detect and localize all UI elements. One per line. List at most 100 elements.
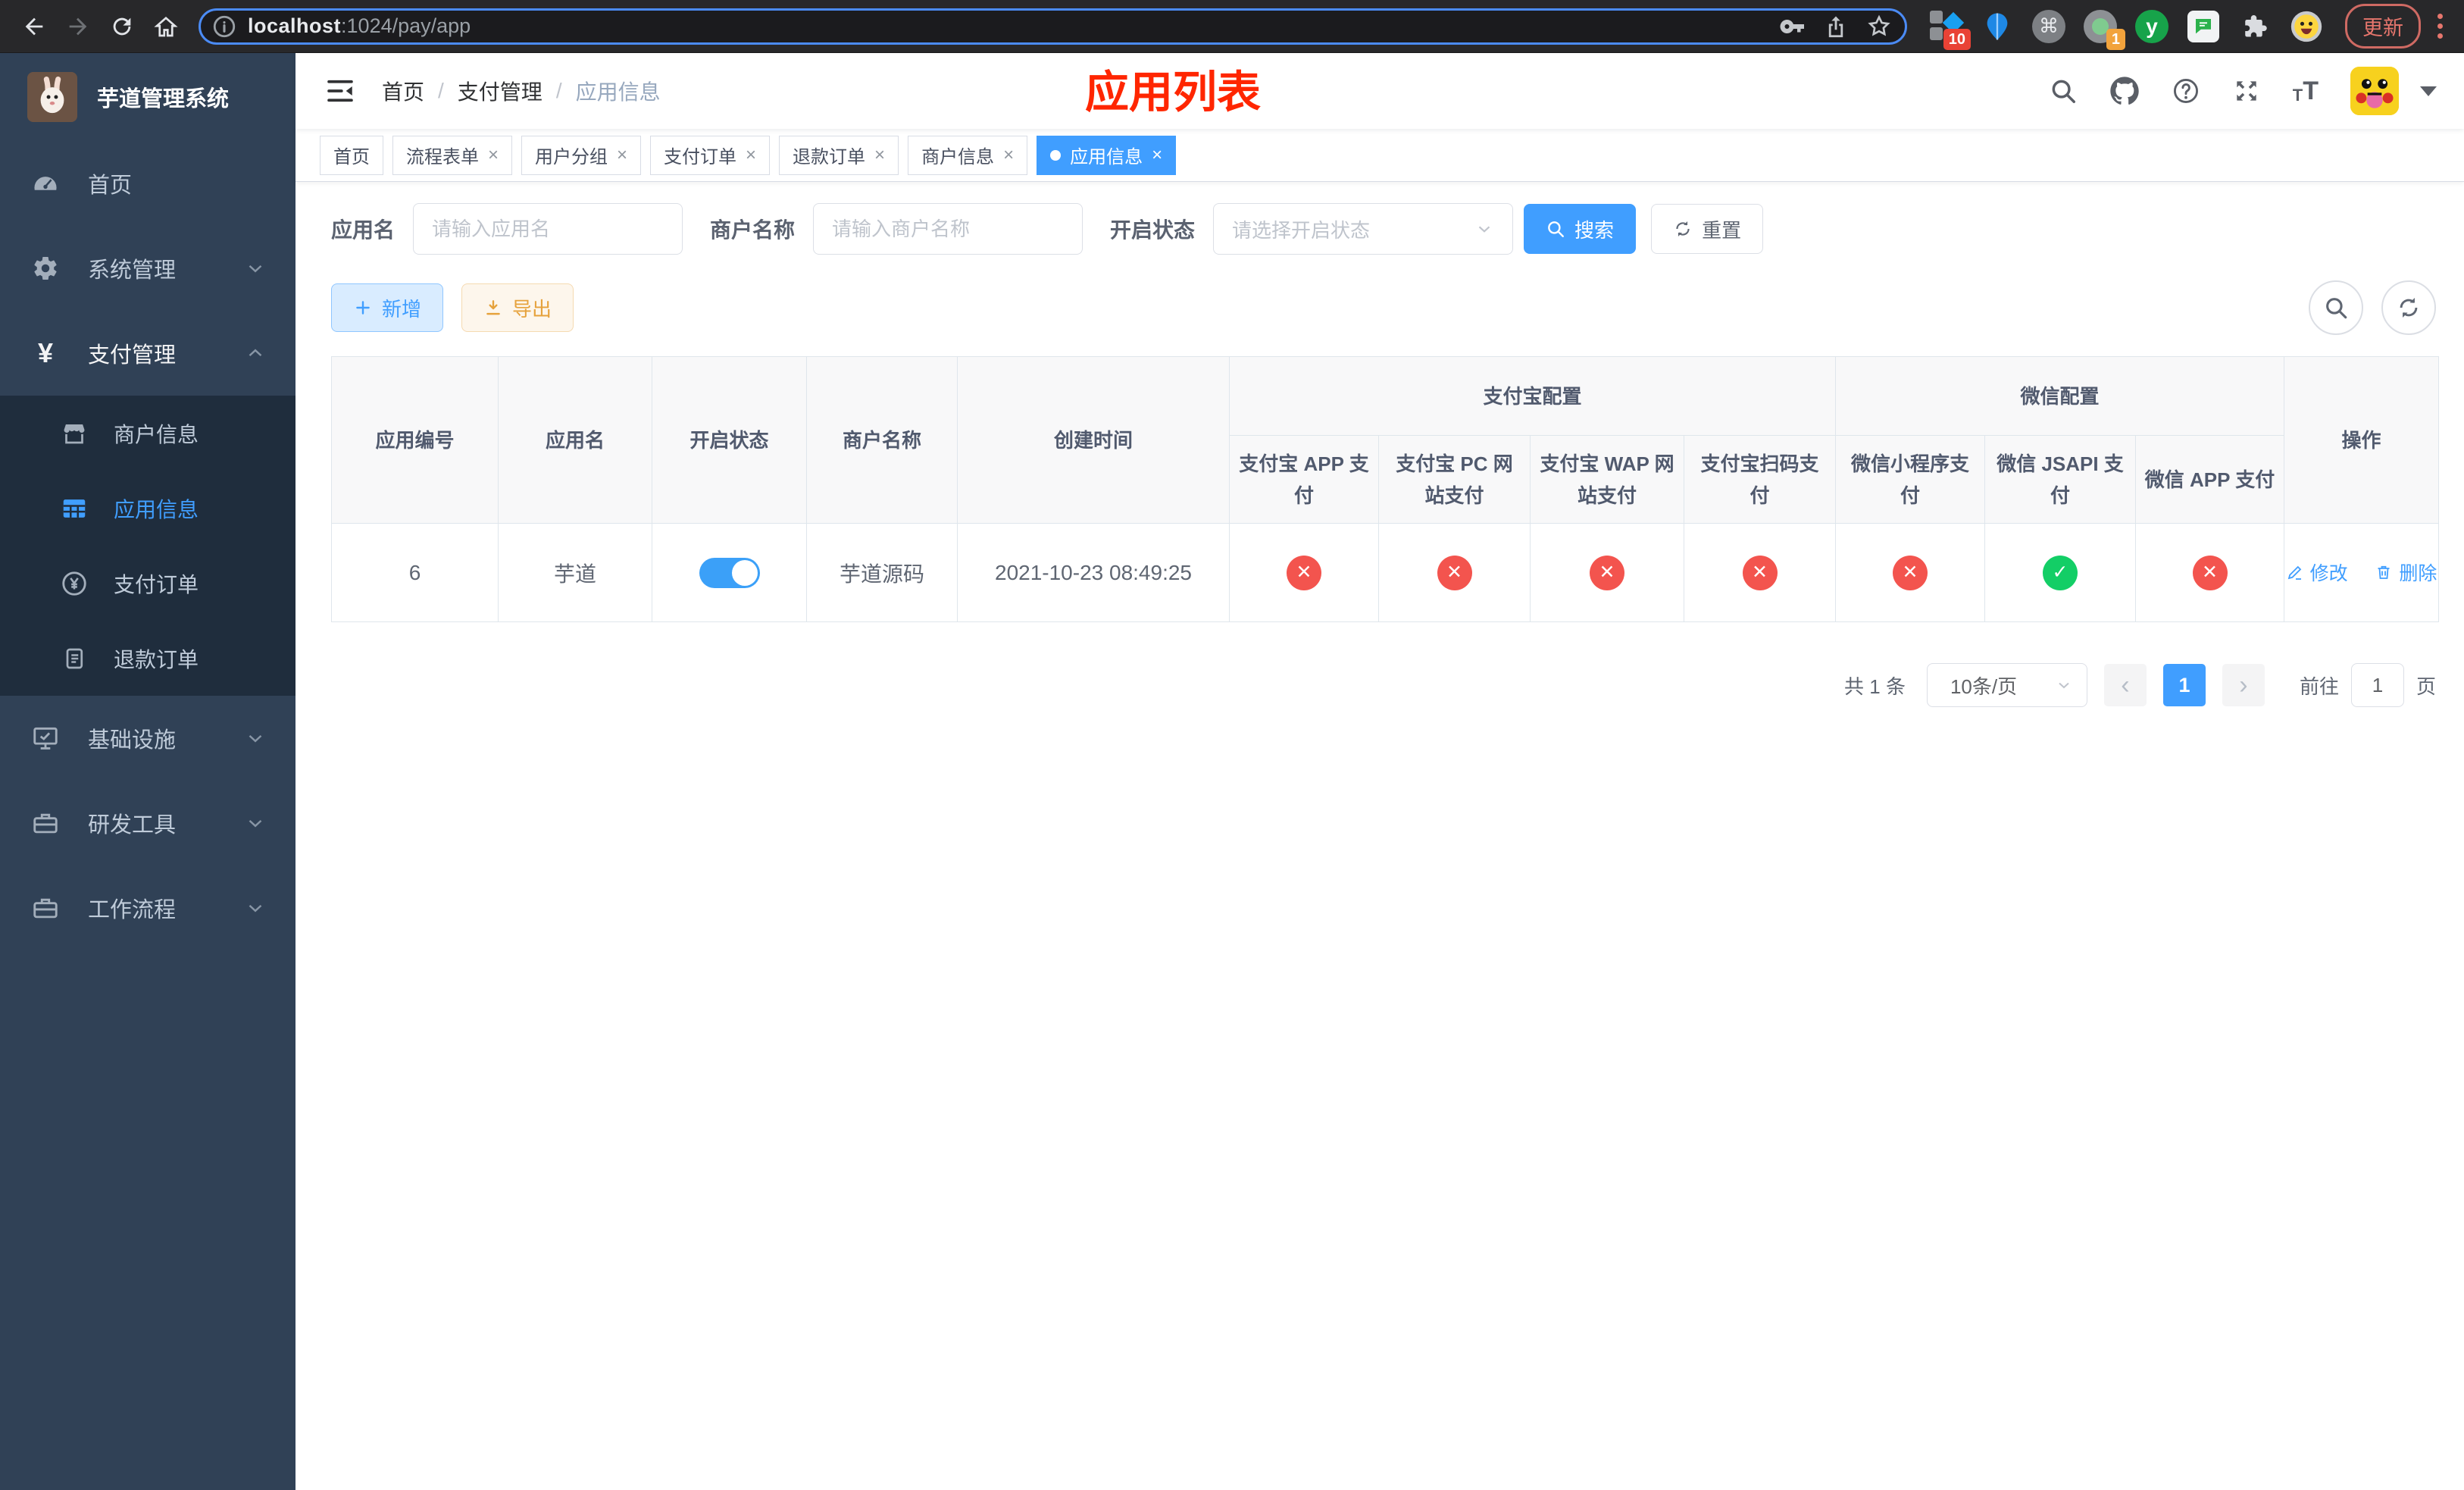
goto-page-input[interactable] — [2350, 663, 2404, 707]
help-icon[interactable] — [2172, 77, 2200, 105]
merchant-name-input-wrap — [813, 203, 1083, 255]
sidebar-item-workflow[interactable]: 工作流程 — [0, 866, 295, 950]
tag-tab-process-form[interactable]: 流程表单 × — [392, 135, 513, 175]
tag-tab-pay-order[interactable]: 支付订单 × — [650, 135, 771, 175]
prev-page-button[interactable]: ‹ — [2103, 664, 2147, 706]
extensions-puzzle-icon[interactable] — [2237, 9, 2272, 44]
sidebar-item-app-info[interactable]: 应用信息 — [0, 471, 295, 546]
github-icon[interactable] — [2109, 76, 2140, 106]
col-group-wechat: 微信配置 — [1835, 356, 2285, 436]
status-label: 开启状态 — [1110, 218, 1196, 242]
col-actions: 操作 — [2284, 356, 2440, 524]
close-icon[interactable]: × — [874, 146, 885, 164]
tag-tab-refund-order[interactable]: 退款订单 × — [779, 135, 899, 175]
url-path: :1024/pay/app — [341, 14, 471, 37]
app-table: 应用编号 应用名 开启状态 商户名称 创建时间 支付宝配置 微信配置 操作 支付… — [331, 356, 2440, 622]
url-host: localhost — [248, 14, 342, 37]
browser-home-button[interactable] — [145, 6, 186, 47]
browser-forward-button[interactable] — [58, 6, 98, 47]
extension-command-icon[interactable]: ⌘ — [2031, 9, 2066, 44]
app-name-input[interactable] — [432, 217, 664, 241]
goto-label: 前往 — [2299, 675, 2339, 698]
document-icon — [58, 645, 91, 672]
page-content: 应用名 商户名称 开启状态 请选择开启状态 — [295, 182, 2464, 1490]
close-icon[interactable]: × — [1152, 146, 1162, 164]
yen-circle-icon — [58, 569, 91, 598]
header-search-icon[interactable] — [2049, 77, 2078, 105]
font-size-icon[interactable]: TT — [2293, 78, 2319, 104]
extension-chat-icon[interactable] — [2186, 9, 2221, 44]
toggle-search-button[interactable] — [2309, 280, 2363, 335]
merchant-name-input[interactable] — [832, 217, 1065, 241]
alipay-wap-status-icon: ✕ — [1590, 555, 1624, 590]
browser-reload-button[interactable] — [102, 6, 142, 47]
col-wechat-jsapi: 微信 JSAPI 支付 — [1984, 435, 2137, 524]
browser-menu-icon[interactable] — [2430, 11, 2450, 42]
extension-balloon-icon[interactable] — [1980, 9, 2015, 44]
tag-tab-app-info[interactable]: 应用信息 × — [1037, 135, 1177, 175]
user-avatar[interactable] — [2350, 67, 2399, 115]
sidebar-item-merchant-info[interactable]: 商户信息 — [0, 396, 295, 471]
tag-tab-merchant-info[interactable]: 商户信息 × — [908, 135, 1028, 175]
cell-create-time: 2021-10-23 08:49:25 — [957, 523, 1230, 622]
browser-back-button[interactable] — [14, 6, 55, 47]
site-info-icon[interactable] — [211, 14, 237, 39]
cell-merchant-name: 芋道源码 — [806, 523, 958, 622]
sidebar-fold-icon[interactable] — [324, 75, 356, 107]
extension-y-icon[interactable]: y — [2134, 9, 2169, 44]
breadcrumb-payment[interactable]: 支付管理 — [458, 76, 543, 106]
alipay-qr-status-icon: ✕ — [1742, 555, 1778, 590]
grid-icon — [58, 494, 91, 523]
cell-app-name: 芋道 — [498, 523, 652, 622]
avatar-caret-icon[interactable] — [2420, 86, 2437, 96]
sidebar-item-home[interactable]: 首页 — [0, 141, 295, 226]
address-bar[interactable]: localhost:1024/pay/app — [199, 8, 1907, 45]
sidebar-item-pay-order[interactable]: 支付订单 — [0, 546, 295, 621]
add-button[interactable]: 新增 — [331, 283, 444, 332]
delete-link[interactable]: 删除 — [2375, 559, 2437, 586]
bookmark-star-icon[interactable] — [1865, 13, 1893, 40]
annotation-page-title: 应用列表 — [1084, 67, 1262, 117]
chevron-down-icon — [244, 727, 267, 750]
password-key-icon[interactable] — [1779, 13, 1806, 40]
share-icon[interactable] — [1823, 14, 1849, 39]
chrome-update-button[interactable]: 更新 — [2345, 4, 2421, 49]
col-merchant-name: 商户名称 — [806, 356, 958, 524]
page-size-select[interactable]: 10条/页 — [1926, 663, 2087, 707]
page-1-button[interactable]: 1 — [2162, 664, 2206, 706]
sidebar-item-infrastructure[interactable]: 基础设施 — [0, 696, 295, 781]
close-icon[interactable]: × — [746, 146, 756, 164]
refresh-table-button[interactable] — [2381, 280, 2436, 335]
breadcrumb-home[interactable]: 首页 — [382, 76, 424, 106]
export-button[interactable]: 导出 — [461, 283, 574, 332]
extension-blocks-icon[interactable]: 10 — [1928, 9, 1971, 50]
sidebar-item-dev-tools[interactable]: 研发工具 — [0, 781, 295, 866]
briefcase-icon — [29, 894, 62, 922]
monitor-icon — [29, 724, 62, 753]
extension-recorder-icon[interactable]: 1 — [2083, 9, 2125, 50]
extension-badge: 1 — [2106, 28, 2125, 50]
tag-tab-user-group[interactable]: 用户分组 × — [521, 135, 642, 175]
status-select[interactable]: 请选择开启状态 — [1213, 203, 1514, 255]
sidebar-item-system[interactable]: 系统管理 — [0, 226, 295, 311]
close-icon[interactable]: × — [617, 146, 627, 164]
profile-avatar-icon[interactable] — [2289, 9, 2324, 44]
edit-link[interactable]: 修改 — [2286, 559, 2348, 586]
goto-unit: 页 — [2416, 675, 2436, 698]
app-logo-row[interactable]: 芋道管理系统 — [0, 53, 295, 141]
close-icon[interactable]: × — [488, 146, 499, 164]
app-title: 芋道管理系统 — [97, 87, 230, 111]
sidebar-item-payment[interactable]: ¥ 支付管理 — [0, 311, 295, 396]
col-wechat-mini: 微信小程序支付 — [1835, 435, 1986, 524]
reset-button[interactable]: 重置 — [1651, 204, 1764, 254]
col-app-name: 应用名 — [498, 356, 652, 524]
status-toggle[interactable] — [699, 557, 760, 588]
next-page-button[interactable]: › — [2222, 664, 2265, 706]
active-dot — [1050, 149, 1062, 161]
tag-tab-home[interactable]: 首页 — [320, 135, 383, 175]
close-icon[interactable]: × — [1003, 146, 1014, 164]
fullscreen-icon[interactable] — [2232, 77, 2261, 105]
sidebar-item-refund-order[interactable]: 退款订单 — [0, 621, 295, 696]
storefront-icon — [58, 420, 91, 447]
search-button[interactable]: 搜索 — [1524, 204, 1637, 254]
